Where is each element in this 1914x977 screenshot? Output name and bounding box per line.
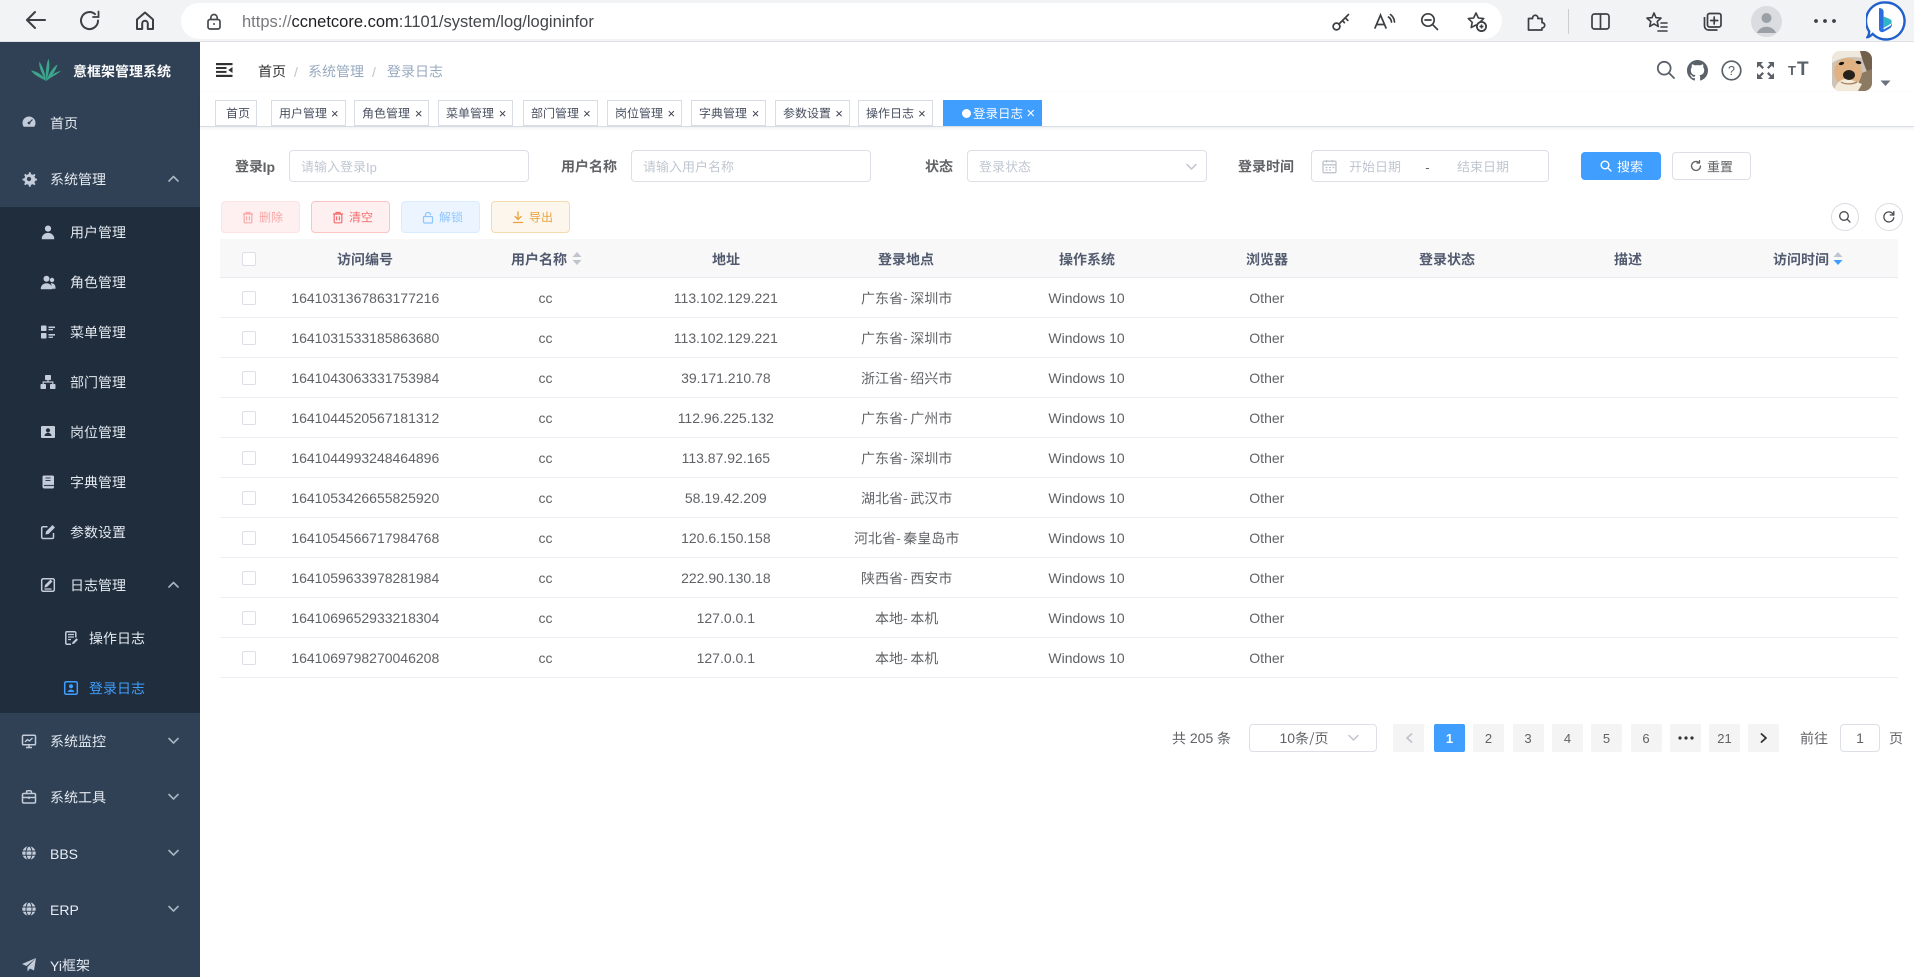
- svg-text:?: ?: [1728, 64, 1735, 78]
